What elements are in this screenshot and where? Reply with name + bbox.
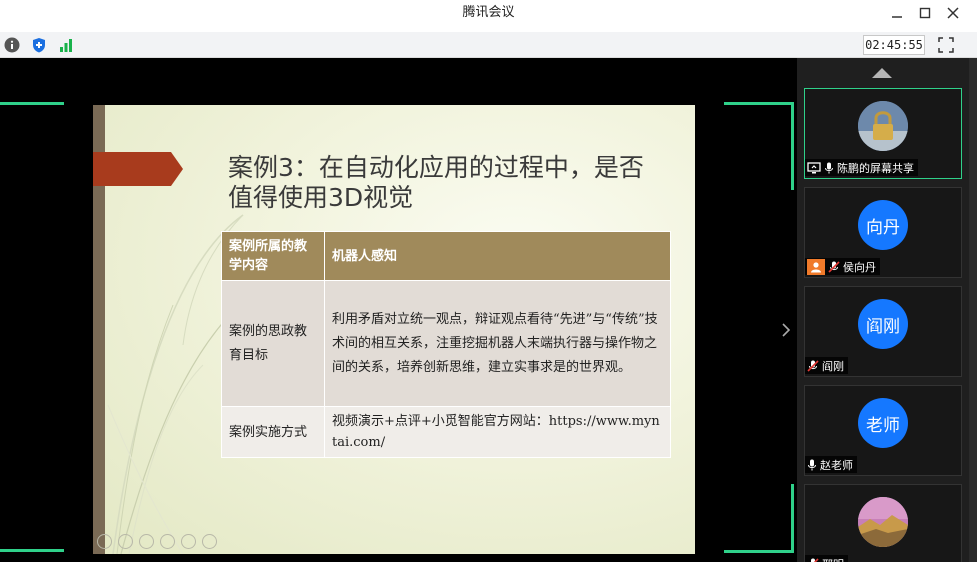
- table-header-cell: 机器人感知: [324, 231, 671, 281]
- scroll-up-arrow-icon[interactable]: [872, 68, 892, 78]
- table-header-cell: 案例所属的教学内容: [221, 231, 325, 281]
- table-row: 案例的思政教育目标 利用矛盾对立统一观点，辩证观点看待“先进”与“传统”技术间的…: [221, 280, 671, 407]
- lock-avatar-icon: [858, 101, 908, 151]
- participant-tile[interactable]: 阎刚 阎刚: [804, 286, 962, 377]
- screen-share-icon: [807, 161, 821, 173]
- microphone-muted-icon: [811, 557, 819, 562]
- table-header-row: 案例所属的教学内容 机器人感知: [221, 231, 671, 281]
- slides-overview-icon[interactable]: [160, 534, 175, 549]
- info-icon[interactable]: [4, 37, 20, 53]
- participant-name-bar: 赵老师: [805, 456, 857, 473]
- participant-name: 陈鹏的屏幕共享: [837, 161, 914, 175]
- window-title: 腾讯会议: [462, 5, 515, 20]
- focus-bracket-bottom-right: [724, 484, 794, 553]
- participant-tile[interactable]: 邢明: [804, 484, 962, 562]
- presentation-slide: 案例3：在自动化应用的过程中，是否值得使用3D视觉 案例所属的教学内容 机器人感…: [93, 105, 695, 554]
- maximize-button[interactable]: [912, 2, 938, 24]
- participant-name: 邢明: [822, 556, 844, 562]
- panel-scrollbar[interactable]: [969, 58, 977, 562]
- participant-name-bar: 阎刚: [805, 357, 848, 374]
- minimize-button[interactable]: [884, 2, 910, 24]
- participant-tile[interactable]: 老师 赵老师: [804, 385, 962, 476]
- participant-tile[interactable]: 陈鹏的屏幕共享: [804, 88, 962, 179]
- participant-name: 阎刚: [822, 359, 844, 373]
- focus-bracket-top-left: [0, 102, 64, 105]
- participant-name: 赵老师: [820, 458, 853, 472]
- more-options-icon[interactable]: [202, 534, 217, 549]
- meeting-window: 腾讯会议 02:45:55 案例3：在自动化应用的过程中，是否值得使用3D视觉 …: [0, 0, 977, 562]
- minimize-icon: [892, 16, 902, 18]
- chevron-right-icon: [782, 323, 791, 337]
- table-cell: 利用矛盾对立统一观点，辩证观点看待“先进”与“传统”技术间的相互关系，注重挖掘机…: [324, 280, 671, 407]
- participant-video-panel: 陈鹏的屏幕共享 向丹 侯向丹 阎刚 阎刚 老师 赵老师: [797, 58, 977, 562]
- fullscreen-button[interactable]: [938, 37, 954, 53]
- participant-name-bar: 陈鹏的屏幕共享: [805, 159, 918, 176]
- expand-panel-button[interactable]: [782, 322, 791, 341]
- participant-name-bar: 侯向丹: [805, 258, 880, 275]
- pen-tool-icon[interactable]: [139, 534, 154, 549]
- avatar: 阎刚: [858, 299, 908, 349]
- participant-tile[interactable]: 向丹 侯向丹: [804, 187, 962, 278]
- zoom-icon[interactable]: [181, 534, 196, 549]
- landscape-avatar-icon: [858, 497, 908, 547]
- microphone-muted-icon: [828, 260, 840, 273]
- table-cell: 案例的思政教育目标: [221, 280, 325, 407]
- slide-table: 案例所属的教学内容 机器人感知 案例的思政教育目标 利用矛盾对立统一观点，辩证观…: [221, 231, 671, 458]
- focus-bracket-bottom-left: [0, 549, 64, 552]
- shared-screen-stage: 案例3：在自动化应用的过程中，是否值得使用3D视觉 案例所属的教学内容 机器人感…: [0, 58, 797, 562]
- participant-name-bar: 邢明: [805, 555, 848, 562]
- avatar: [858, 101, 908, 151]
- close-button[interactable]: [940, 2, 966, 24]
- table-cell: 视频演示+点评+小觅智能官方网站：https://www.myntai.com/: [324, 406, 671, 458]
- slide-title-flag: [93, 152, 183, 186]
- close-icon: [947, 7, 959, 19]
- title-bar: 腾讯会议: [0, 0, 977, 32]
- table-row: 案例实施方式 视频演示+点评+小觅智能官方网站：https://www.mynt…: [221, 406, 671, 458]
- microphone-muted-icon: [807, 359, 819, 372]
- avatar: 老师: [858, 398, 908, 448]
- meeting-toolbar: 02:45:55: [0, 32, 977, 58]
- meeting-timer: 02:45:55: [863, 35, 925, 55]
- table-cell: 案例实施方式: [221, 406, 325, 458]
- avatar: 向丹: [858, 200, 908, 250]
- security-shield-icon[interactable]: [31, 37, 47, 53]
- signal-strength-icon[interactable]: [58, 37, 74, 53]
- participant-name: 侯向丹: [843, 260, 876, 274]
- next-slide-icon[interactable]: [118, 534, 133, 549]
- maximize-icon: [919, 7, 931, 19]
- microphone-icon: [825, 162, 833, 173]
- focus-bracket-top-right: [724, 102, 794, 190]
- slide-navigation-controls: [97, 534, 217, 549]
- microphone-icon: [808, 459, 816, 470]
- prev-slide-icon[interactable]: [97, 534, 112, 549]
- fullscreen-icon: [938, 37, 954, 53]
- slide-title: 案例3：在自动化应用的过程中，是否值得使用3D视觉: [228, 153, 644, 212]
- avatar: [858, 497, 908, 547]
- host-badge-icon: [807, 258, 825, 275]
